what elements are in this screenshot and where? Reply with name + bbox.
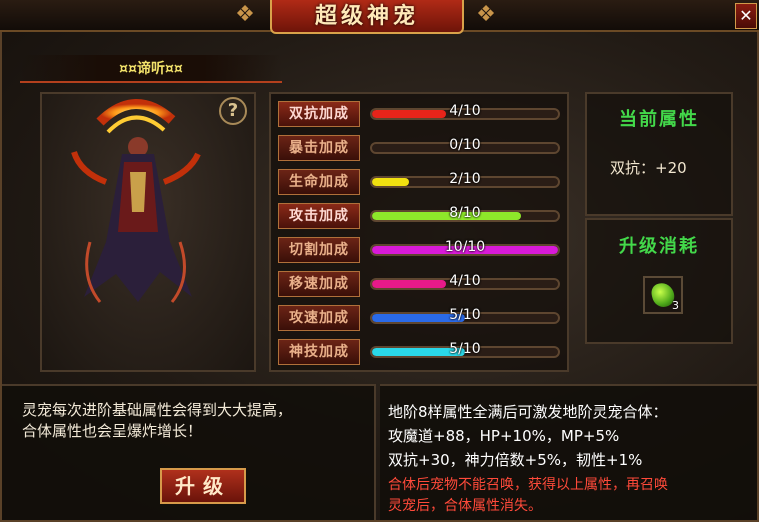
- stat-progress-text: 8/10: [449, 205, 481, 221]
- stat-button[interactable]: 双抗加成: [278, 101, 360, 127]
- pet-figure-image: [71, 99, 201, 303]
- stat-row: 生命加成 2/10: [278, 169, 563, 195]
- fusion-warning-line: 合体后宠物不能召唤，获得以上属性，再召唤: [388, 477, 668, 493]
- stat-button[interactable]: 神技加成: [278, 339, 360, 365]
- current-attribute-value: 双抗：+20: [610, 159, 687, 177]
- upgrade-button[interactable]: 升级: [160, 468, 246, 504]
- stat-progress-text: 4/10: [449, 103, 481, 119]
- upgrade-description-line: 灵宠每次进阶基础属性会得到大大提高，: [22, 401, 293, 419]
- stat-row: 移速加成 4/10: [278, 271, 563, 297]
- upgrade-description-line: 合体属性也会呈爆炸增长！: [22, 422, 203, 440]
- pet-name: ¤¤谛听¤¤: [119, 61, 183, 77]
- dragon-ornament-right-icon: ❖: [476, 2, 496, 27]
- stat-row: 切割加成 10/10: [278, 237, 563, 263]
- stat-row: 攻速加成 5/10: [278, 305, 563, 331]
- dragon-ornament-left-icon: ❖: [235, 2, 255, 27]
- upgrade-cost-title: 升级消耗: [619, 236, 699, 257]
- window-title: 超级神宠: [314, 4, 419, 29]
- stat-row: 暴击加成 0/10: [278, 135, 563, 161]
- cost-item-count: 3: [672, 299, 679, 312]
- stat-row: 攻击加成 8/10: [278, 203, 563, 229]
- upgrade-description: 灵宠每次进阶基础属性会得到大大提高， 合体属性也会呈爆炸增长！: [22, 400, 367, 442]
- stat-button[interactable]: 生命加成: [278, 169, 360, 195]
- stat-button[interactable]: 移速加成: [278, 271, 360, 297]
- fusion-warning: 合体后宠物不能召唤，获得以上属性，再召唤 灵宠后，合体属性消失。: [388, 475, 756, 517]
- stat-row: 神技加成 5/10: [278, 339, 563, 365]
- cost-item-slot[interactable]: 3: [643, 276, 683, 314]
- stat-progress-text: 5/10: [449, 341, 481, 357]
- stat-button[interactable]: 攻速加成: [278, 305, 360, 331]
- help-icon[interactable]: ?: [219, 97, 247, 125]
- stat-progress-text: 10/10: [444, 239, 486, 255]
- stat-progress-text: 5/10: [449, 307, 481, 323]
- stat-button[interactable]: 暴击加成: [278, 135, 360, 161]
- stat-progress-text: 0/10: [449, 137, 481, 153]
- stat-progress-text: 2/10: [449, 171, 481, 187]
- stat-button[interactable]: 攻击加成: [278, 203, 360, 229]
- current-attributes-title: 当前属性: [619, 109, 699, 130]
- stat-row: 双抗加成 4/10: [278, 101, 563, 127]
- fusion-description-line: 双抗+30，神力倍数+5%，韧性+1%: [388, 451, 643, 469]
- fusion-description-line: 攻魔道+88，HP+10%，MP+5%: [388, 427, 620, 445]
- stat-progress-text: 4/10: [449, 273, 481, 289]
- stat-button[interactable]: 切割加成: [278, 237, 360, 263]
- fusion-description: 地阶8样属性全满后可激发地阶灵宠合体： 攻魔道+88，HP+10%，MP+5% …: [388, 400, 756, 472]
- close-button[interactable]: ✕: [735, 3, 757, 29]
- fusion-description-line: 地阶8样属性全满后可激发地阶灵宠合体：: [388, 403, 668, 421]
- fusion-warning-line: 灵宠后，合体属性消失。: [388, 498, 542, 514]
